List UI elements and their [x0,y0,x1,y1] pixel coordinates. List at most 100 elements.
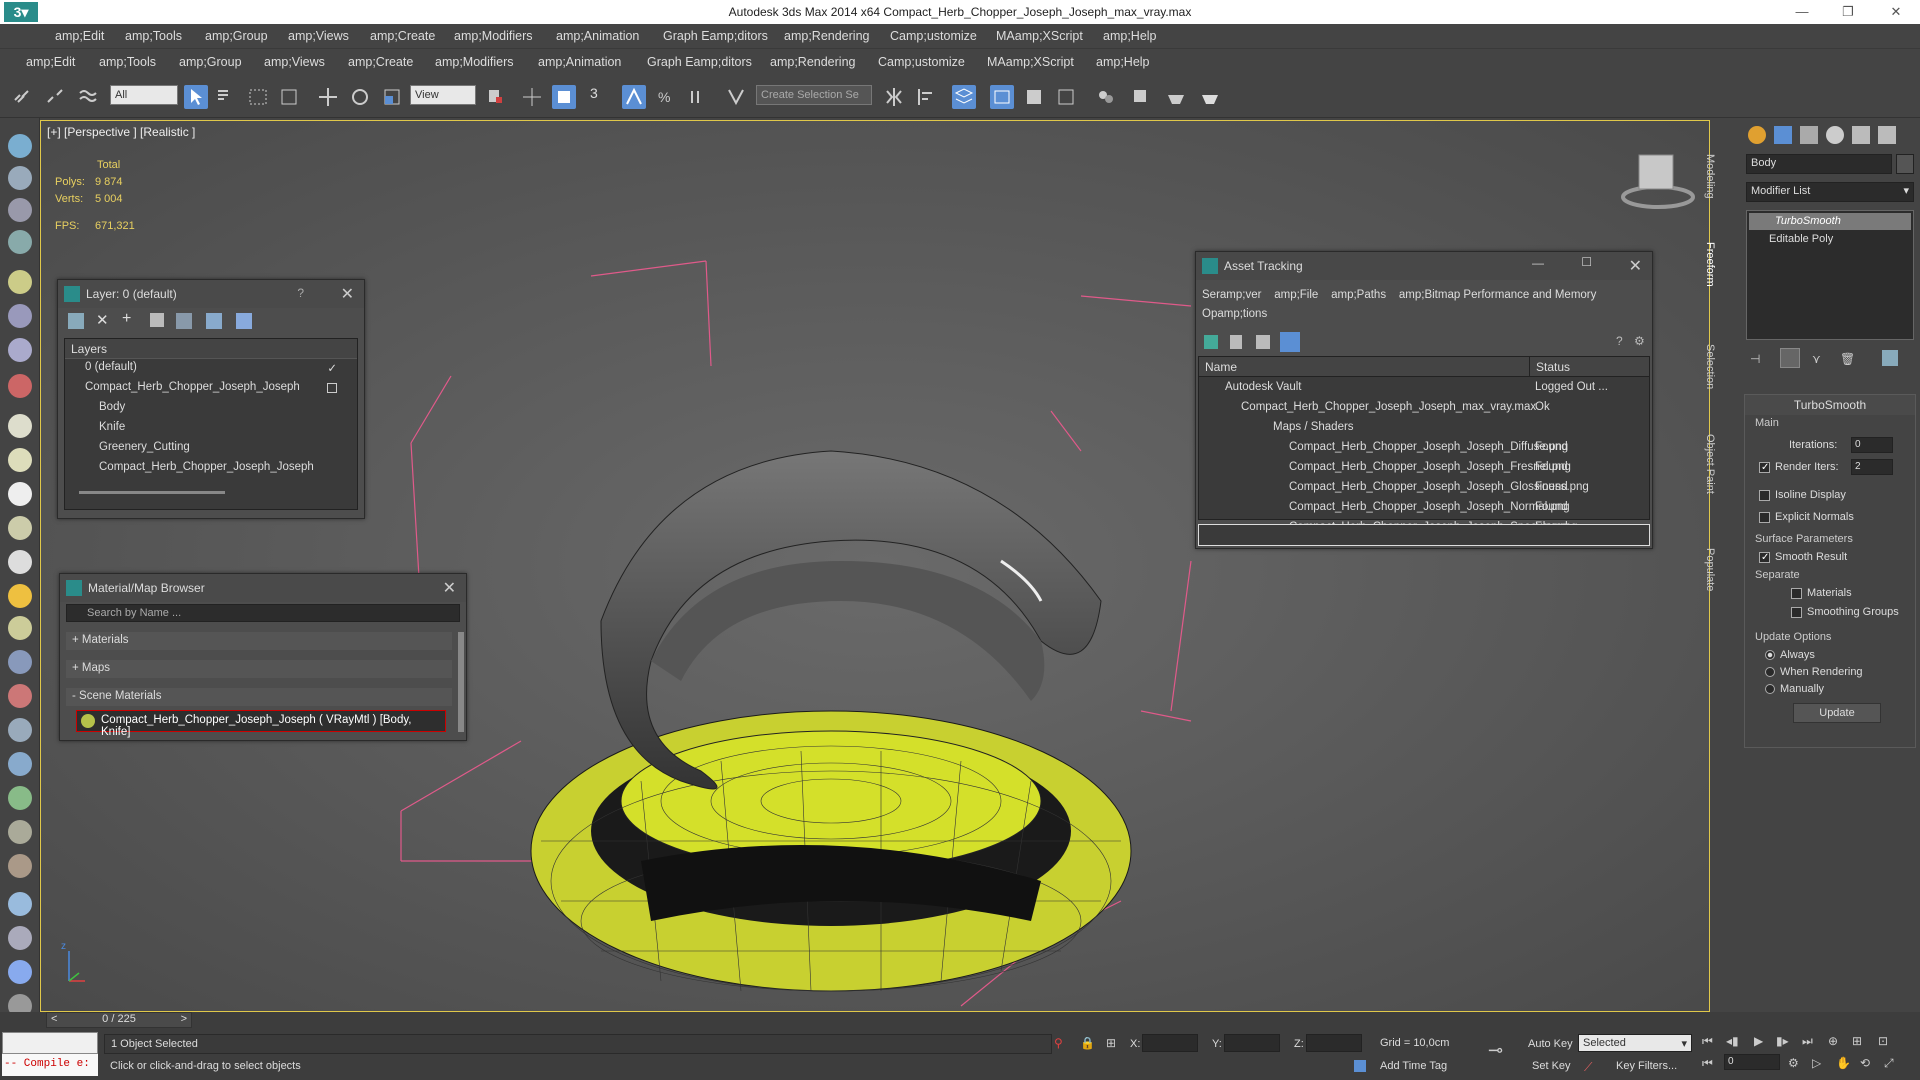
menu-item[interactable]: Graph Eamp;ditors [647,55,752,69]
maximize-icon[interactable]: ☐ [1581,255,1592,269]
previous-frame-icon[interactable]: ◂▮ [1726,1034,1739,1048]
menu-item[interactable]: MAamp;XScript [987,55,1074,69]
isolate-icon[interactable]: ⚲ [1054,1036,1063,1050]
time-slider[interactable]: 0 / 225 < > [46,1012,192,1028]
column-status[interactable]: Status [1529,357,1576,377]
modify-tab-icon[interactable] [1774,126,1792,144]
x-coord-input[interactable] [1142,1034,1198,1052]
key-filters-button[interactable]: Key Filters... [1616,1060,1677,1072]
go-to-end-icon[interactable]: ⏭ [1802,1034,1813,1049]
tab-selection[interactable]: Selection [1704,344,1716,389]
help-icon[interactable]: ? [1616,334,1623,348]
link-icon[interactable] [10,85,34,109]
go-to-start-icon[interactable]: ⏮ [1702,1034,1713,1049]
spline-icon[interactable] [8,650,32,674]
list-item[interactable]: 0 (default) ✓ [85,361,355,381]
manually-radio[interactable]: Manually [1765,683,1824,695]
add-to-layer-icon[interactable]: + [122,310,131,328]
close-icon[interactable]: ✕ [1629,256,1642,276]
tree-view-icon[interactable] [1256,335,1270,349]
herb-chopper-body[interactable] [530,710,1132,992]
viewport-label[interactable]: [+] [Perspective ] [Realistic ] [47,125,195,139]
help-icon[interactable]: ? [297,286,304,300]
key-set-dropdown[interactable]: Selected ▾ [1578,1034,1692,1052]
scale-icon[interactable] [380,85,404,109]
sphere-icon[interactable] [8,482,32,506]
always-radio[interactable]: Always [1765,649,1815,661]
menu-item[interactable]: amp;Tools [125,29,182,43]
menu-item[interactable]: amp;File [1274,289,1318,301]
render-setup-icon[interactable] [1130,85,1154,109]
spinner-snap-icon[interactable] [686,85,710,109]
table-row[interactable]: Compact_Herb_Chopper_Joseph_Joseph_Fresn… [1199,459,1649,479]
materials-section[interactable]: + Materials [66,632,452,650]
minimize-icon[interactable]: — [1790,3,1814,21]
material-editor-icon[interactable] [1094,85,1118,109]
list-item[interactable]: Compact_Herb_Chopper_Joseph_Joseph [99,461,314,481]
schematic-view-icon[interactable] [1054,85,1078,109]
pivot-icon[interactable] [484,85,508,109]
zoom-icon[interactable]: ⊕ [1828,1034,1838,1048]
rendered-frame-icon[interactable] [1164,85,1188,109]
layer-manager-icon[interactable] [952,85,976,109]
menu-item[interactable]: amp;Help [1103,29,1157,43]
explicit-normals-checkbox[interactable]: Explicit Normals [1759,511,1854,523]
modifier-list-dropdown[interactable]: Modifier List ▾ [1746,182,1914,202]
time-config-icon[interactable]: ⚙ [1788,1056,1799,1070]
camera-icon[interactable] [8,304,32,328]
maxscript-listener[interactable]: -- Compile e: [2,1054,98,1076]
globe-icon[interactable] [8,752,32,776]
list-item[interactable]: Knife [99,421,125,441]
table-row[interactable]: Maps / Shaders [1199,419,1649,439]
key-mode-icon[interactable]: ⏮ [1702,1056,1713,1071]
dome-icon[interactable] [8,448,32,472]
when-rendering-radio[interactable]: When Rendering [1765,666,1863,678]
material-browser-titlebar[interactable]: Material/Map Browser ✕ [60,574,466,602]
menu-item[interactable]: amp;Create [370,29,435,43]
add-time-tag[interactable]: Add Time Tag [1380,1060,1447,1072]
scene-explorer-icon[interactable] [990,85,1014,109]
keyboard-shortcut-icon[interactable] [552,85,576,109]
menu-item[interactable]: amp;Edit [55,29,104,43]
reference-coord-dropdown[interactable]: View [410,85,476,105]
smoothing-groups-checkbox[interactable]: Smoothing Groups [1791,606,1899,618]
plane-icon[interactable] [8,414,32,438]
configure-sets-icon[interactable] [1882,350,1898,366]
pan-view-icon[interactable]: ✋ [1836,1056,1851,1070]
zoom-all-icon[interactable]: ⊞ [1852,1034,1862,1048]
tab-freeform[interactable]: Freeform [1704,242,1716,287]
refresh-icon[interactable] [1204,335,1218,349]
particle-icon[interactable] [8,374,32,398]
rect-selection-icon[interactable] [246,85,270,109]
table-row[interactable]: Autodesk Vault Logged Out ... [1199,379,1649,399]
teapot-small-icon[interactable] [8,516,32,540]
render-preview-icon[interactable] [8,960,32,984]
cone-icon[interactable] [8,550,32,574]
scene-materials-section[interactable]: - Scene Materials [66,688,452,706]
biped-icon[interactable] [8,718,32,742]
light-icon[interactable] [8,270,32,294]
tab-populate[interactable]: Populate [1704,548,1716,591]
sun-icon[interactable] [8,584,32,608]
menu-item[interactable]: Graph Eamp;ditors [663,29,768,43]
align-icon[interactable] [914,85,938,109]
menu-item[interactable]: Opamp;tions [1202,308,1267,320]
maxscript-listener-upper[interactable] [2,1032,98,1054]
layer-panel-titlebar[interactable]: Layer: 0 (default) ? ✕ [58,280,364,308]
menu-item[interactable]: amp;Views [264,55,325,69]
select-object-icon[interactable] [184,85,208,109]
paint-icon[interactable] [8,684,32,708]
hair-icon[interactable] [8,820,32,844]
zoom-extents-icon[interactable]: ⊡ [1878,1034,1888,1048]
menu-item[interactable]: amp;Rendering [770,55,855,69]
close-icon[interactable]: ✕ [341,284,354,304]
default-in-out-tangent-icon[interactable]: ⟋ [1584,1060,1592,1075]
rollout-title[interactable]: TurboSmooth [1745,395,1915,415]
maximize-icon[interactable]: ❐ [1836,3,1860,21]
absolute-mode-icon[interactable]: ⊞ [1106,1036,1116,1050]
mirror-icon[interactable] [882,85,906,109]
create-layer-icon[interactable] [68,313,84,329]
list-item[interactable]: Body [99,401,125,421]
key-icon[interactable]: ⊸ [1488,1040,1503,1061]
cloth-icon[interactable] [8,854,32,878]
